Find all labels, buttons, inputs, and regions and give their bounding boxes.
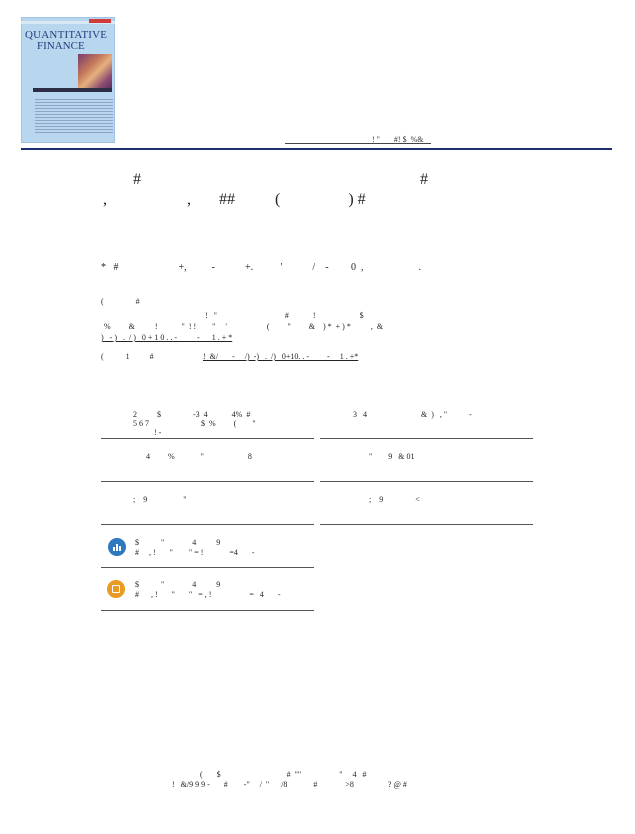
- cite-col1-line1[interactable]: 2 $ -3 4 4% #: [133, 410, 250, 419]
- cite-col1-line2[interactable]: 5 6 7 $ % ( ": [133, 419, 256, 428]
- row-divider: [101, 438, 314, 439]
- article-title-line1-left: #: [133, 171, 141, 188]
- box-icon: [107, 580, 125, 598]
- bar-chart-icon: [108, 538, 126, 556]
- row-divider: [101, 524, 314, 525]
- metric-citations-line1[interactable]: $ " 4 9: [135, 580, 220, 589]
- metric-citations-line2[interactable]: # , ! " " = , ! = 4 -: [135, 590, 281, 599]
- row-divider: [320, 438, 533, 439]
- article-title-line1-right: #: [420, 171, 428, 188]
- footer-line-2: ! &/9 9 9 - # -" / " /8 # >8 ? @ #: [172, 780, 407, 789]
- row-divider: [101, 567, 314, 568]
- journal-cover-image[interactable]: QUANTITATIVE FINANCE: [21, 17, 115, 143]
- article-title-line2: , , ## ( ) #: [103, 191, 366, 208]
- cover-title-line2: FINANCE: [37, 40, 85, 52]
- cite-col1-line3[interactable]: ! -: [154, 428, 161, 437]
- cover-tag: [89, 19, 111, 23]
- cover-artwork: [78, 54, 112, 88]
- meta-line-1: ( #: [101, 297, 140, 306]
- meta-doi-link[interactable]: ) - ) . / ) 0 + 1 0 . . - - 1 . + *: [101, 333, 232, 342]
- cover-band: [33, 88, 112, 92]
- header-rule: [21, 148, 612, 150]
- meta-line-3: % & ! " ! ! " ' ( " & ) * + ) * , &: [104, 322, 384, 331]
- footer-line-1: ( $ # "" " 4 #: [200, 770, 367, 779]
- cite-col2-line1[interactable]: 3 4 & ) , " -: [353, 410, 472, 419]
- link-cell-r1c1[interactable]: 4 % " 8: [146, 452, 252, 461]
- authors-line: * # +, - +. ' / - 0 , .: [101, 262, 422, 273]
- metric-views-line1[interactable]: $ " 4 9: [135, 538, 220, 547]
- publisher-underline: [285, 143, 431, 144]
- meta-line-5-label: ( 1 #: [101, 352, 154, 361]
- meta-article-link[interactable]: ! &/ - /) -) . /) 0+10. . - - 1 . +*: [203, 352, 358, 361]
- row-divider: [101, 610, 314, 611]
- row-divider: [101, 481, 314, 482]
- row-divider: [320, 481, 533, 482]
- link-cell-r2c2[interactable]: ; 9 <: [369, 495, 420, 504]
- cover-contents-lines: [35, 97, 113, 133]
- metric-views-line2[interactable]: # , ! " " = ! =4 -: [135, 548, 255, 557]
- link-cell-r2c1[interactable]: ; 9 ": [133, 495, 187, 504]
- row-divider: [320, 524, 533, 525]
- meta-line-2: ! " # ! $: [205, 311, 364, 320]
- link-cell-r1c2[interactable]: " 9 & 01: [369, 452, 415, 461]
